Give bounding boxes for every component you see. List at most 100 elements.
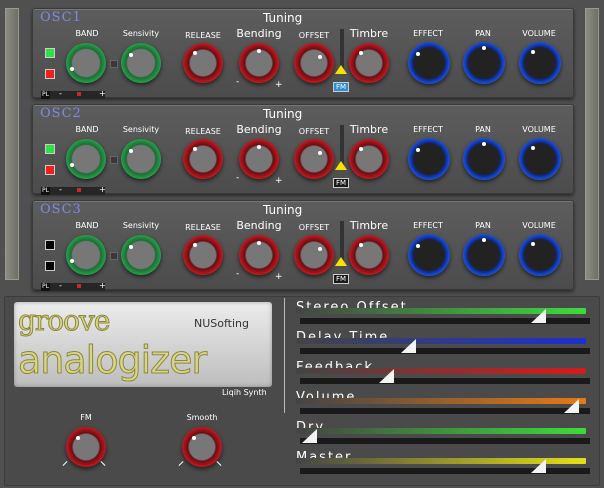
slider-thumb[interactable] — [564, 399, 579, 413]
tuning-label: Tuning — [263, 11, 303, 25]
osc-enable-toggle[interactable] — [45, 240, 55, 250]
osc-enable-toggle[interactable] — [45, 144, 55, 154]
sensivity-label: Sensivity — [122, 29, 160, 38]
slider-color-track — [296, 398, 586, 404]
slider-track[interactable] — [300, 348, 590, 354]
right-rail — [585, 8, 599, 280]
pan-knob[interactable] — [463, 42, 505, 84]
pl-marker[interactable] — [77, 284, 81, 288]
volume-knob[interactable] — [519, 234, 561, 276]
left-rail — [5, 8, 19, 280]
pl-plus: + — [99, 185, 106, 194]
effect-knob[interactable] — [408, 234, 450, 276]
sensivity-knob[interactable] — [121, 235, 161, 275]
bending-plus: + — [275, 176, 283, 186]
volume-label: VOLUME — [522, 29, 556, 38]
volume-label: VOLUME — [522, 221, 556, 230]
timbre-knob[interactable] — [349, 43, 389, 83]
pl-plus: + — [99, 89, 106, 98]
offset-knob[interactable] — [294, 43, 334, 83]
logo-analogizer: analogizer — [17, 338, 207, 383]
bending-plus: + — [275, 272, 283, 282]
bending-minus: - — [236, 269, 240, 279]
slider-track[interactable] — [300, 408, 590, 414]
logo-subtitle: Liqih Synth — [222, 388, 267, 397]
band-knob[interactable] — [66, 235, 106, 275]
pl-minus: - — [59, 281, 62, 290]
band-link-toggle[interactable] — [110, 156, 118, 164]
pl-label: PL — [41, 283, 50, 291]
effect-knob[interactable] — [408, 138, 450, 180]
osc-name: OSC1 — [40, 10, 82, 25]
pl-minus: - — [59, 185, 62, 194]
timbre-knob[interactable] — [349, 235, 389, 275]
slider-color-track — [296, 338, 586, 344]
osc-mute-toggle[interactable] — [45, 165, 55, 175]
band-link-toggle[interactable] — [110, 252, 118, 260]
slider-track[interactable] — [300, 468, 590, 474]
offset-knob[interactable] — [294, 235, 334, 275]
slider-thumb[interactable] — [401, 339, 416, 353]
pan-knob[interactable] — [463, 234, 505, 276]
bending-minus: - — [236, 77, 240, 87]
volume-knob[interactable] — [519, 138, 561, 180]
bending-knob[interactable] — [239, 235, 279, 275]
pl-label: PL — [41, 187, 50, 195]
osc-panel-3: OSC3 Tuning BAND Sensivity PL - + RELEAS… — [32, 200, 574, 291]
bending-knob[interactable] — [239, 139, 279, 179]
slider-track[interactable] — [300, 378, 590, 384]
effect-knob[interactable] — [408, 42, 450, 84]
slider-thumb[interactable] — [531, 309, 546, 323]
pl-label: PL — [41, 91, 50, 99]
smooth-knob-label: Smooth — [186, 413, 218, 422]
release-knob[interactable] — [183, 139, 223, 179]
fm-button[interactable]: FM — [333, 82, 349, 92]
volume-label: VOLUME — [522, 125, 556, 134]
slider-color-track — [296, 368, 586, 374]
pl-minus: - — [59, 89, 62, 98]
sensivity-knob[interactable] — [121, 139, 161, 179]
pl-range: PL - + — [41, 89, 106, 99]
pl-marker[interactable] — [77, 188, 81, 192]
slider-thumb[interactable] — [302, 429, 317, 443]
bending-plus: + — [275, 80, 283, 90]
osc-name: OSC2 — [40, 106, 82, 121]
band-link-toggle[interactable] — [110, 60, 118, 68]
osc-mute-toggle[interactable] — [45, 261, 55, 271]
sensivity-knob[interactable] — [121, 43, 161, 83]
bending-minus: - — [236, 173, 240, 183]
pl-plus: + — [99, 281, 106, 290]
band-knob[interactable] — [66, 139, 106, 179]
tuning-label: Tuning — [263, 107, 303, 121]
slider-track[interactable] — [300, 438, 590, 444]
osc-panel-1: OSC1 Tuning BAND Sensivity PL - + RELEAS… — [32, 8, 574, 99]
tuning-label: Tuning — [263, 203, 303, 217]
fm-slider-thumb[interactable] — [335, 161, 347, 170]
brand-label: NUSofting — [194, 317, 249, 330]
osc-name: OSC3 — [40, 202, 82, 217]
volume-knob[interactable] — [519, 42, 561, 84]
timbre-knob[interactable] — [349, 139, 389, 179]
pl-range: PL - + — [41, 185, 106, 195]
pl-marker[interactable] — [77, 92, 81, 96]
fm-button[interactable]: FM — [333, 178, 349, 188]
slider-thumb[interactable] — [379, 369, 394, 383]
slider-track[interactable] — [300, 318, 590, 324]
osc-mute-toggle[interactable] — [45, 69, 55, 79]
osc-panel-2: OSC2 Tuning BAND Sensivity PL - + RELEAS… — [32, 104, 574, 195]
release-knob[interactable] — [183, 43, 223, 83]
pan-knob[interactable] — [463, 138, 505, 180]
release-knob[interactable] — [183, 235, 223, 275]
osc-enable-toggle[interactable] — [45, 48, 55, 58]
slider-thumb[interactable] — [531, 459, 546, 473]
sensivity-label: Sensivity — [122, 125, 160, 134]
pl-range: PL - + — [41, 281, 106, 291]
offset-knob[interactable] — [294, 139, 334, 179]
bending-knob[interactable] — [239, 43, 279, 83]
band-knob[interactable] — [66, 43, 106, 83]
fm-slider-thumb[interactable] — [335, 257, 347, 266]
fm-knob-label: FM — [80, 413, 92, 422]
fm-slider-thumb[interactable] — [335, 65, 347, 74]
fm-button[interactable]: FM — [333, 274, 349, 284]
logo-groove: groove — [17, 304, 110, 338]
